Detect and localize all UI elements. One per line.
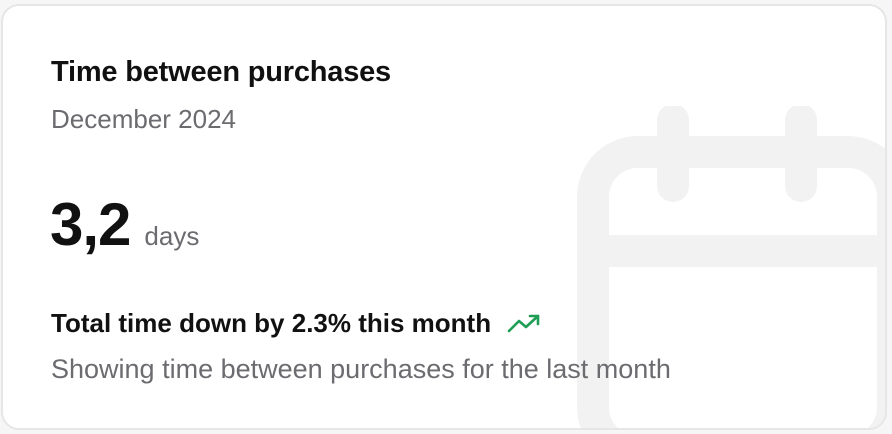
trend-text: Total time down by 2.3% this month [51, 308, 492, 338]
stat-card: Time between purchases December 2024 3,2… [1, 4, 887, 430]
metric-value: 3,2 [50, 191, 131, 258]
metric: 3,2 days [50, 190, 199, 259]
trending-up-icon [507, 314, 540, 332]
metric-unit: days [144, 221, 200, 251]
trend-row: Total time down by 2.3% this month [51, 308, 541, 339]
card-period: December 2024 [51, 104, 236, 134]
card-description: Showing time between purchases for the l… [51, 354, 671, 384]
card-title: Time between purchases [51, 56, 391, 88]
